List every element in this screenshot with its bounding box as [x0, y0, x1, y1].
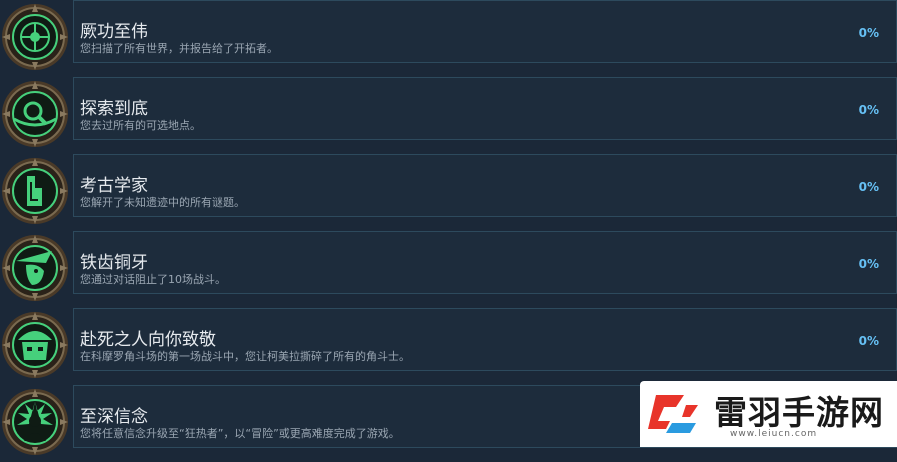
brand-logo-icon — [646, 387, 700, 441]
achievement-row[interactable]: 考古学家 您解开了未知遗迹中的所有谜题。 0% — [0, 154, 897, 231]
achievement-title: 探索到底 — [80, 99, 148, 119]
gladiator-helmet-icon — [0, 310, 70, 380]
site-watermark: 雷羽手游网 www.leiucn.com — [640, 381, 897, 447]
achievement-list: 厥功至伟 您扫描了所有世界，并报告给了开拓者。 0% 探索到底 您去过所有的可选… — [0, 0, 897, 455]
ruin-glyph-icon — [0, 156, 70, 226]
achievement-description: 您扫描了所有世界，并报告给了开拓者。 — [80, 42, 278, 55]
pirate-head-icon — [0, 233, 70, 303]
achievement-row[interactable]: 厥功至伟 您扫描了所有世界，并报告给了开拓者。 0% — [0, 0, 897, 77]
achievement-description: 您将任意信念升级至“狂热者”，以“冒险”或更高难度完成了游戏。 — [80, 427, 400, 440]
watermark-brand: 雷羽手游网 — [714, 393, 884, 432]
achievement-title: 厥功至伟 — [80, 22, 148, 42]
achievement-title: 赴死之人向你致敬 — [80, 330, 216, 350]
achievement-description: 在科摩罗角斗场的第一场战斗中，您让柯美拉撕碎了所有的角斗士。 — [80, 350, 410, 363]
achievement-row[interactable]: 探索到底 您去过所有的可选地点。 0% — [0, 77, 897, 154]
achievement-description: 您通过对话阻止了10场战斗。 — [80, 273, 226, 286]
compass-globe-icon — [0, 2, 70, 72]
achievement-row[interactable]: 铁齿铜牙 您通过对话阻止了10场战斗。 0% — [0, 231, 897, 308]
achievement-percent: 0% — [858, 103, 879, 117]
achievement-title: 至深信念 — [80, 407, 148, 427]
watermark-url: www.leiucn.com — [730, 429, 818, 439]
magnifier-icon — [0, 79, 70, 149]
achievement-description: 您解开了未知遗迹中的所有谜题。 — [80, 196, 245, 209]
achievement-description: 您去过所有的可选地点。 — [80, 119, 201, 132]
achievement-row[interactable]: 赴死之人向你致敬 在科摩罗角斗场的第一场战斗中，您让柯美拉撕碎了所有的角斗士。 … — [0, 308, 897, 385]
achievement-title: 考古学家 — [80, 176, 148, 196]
achievement-title: 铁齿铜牙 — [80, 253, 148, 273]
achievement-percent: 0% — [858, 334, 879, 348]
achievement-percent: 0% — [858, 257, 879, 271]
achievement-percent: 0% — [858, 180, 879, 194]
achievement-percent: 0% — [858, 26, 879, 40]
